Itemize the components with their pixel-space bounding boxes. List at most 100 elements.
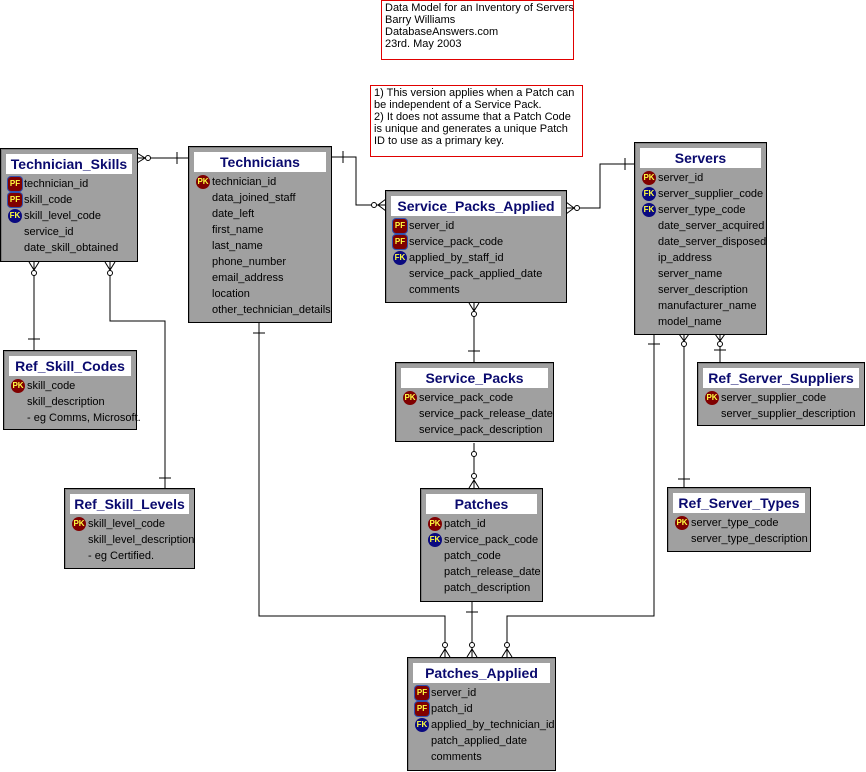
attribute-row: service_pack_release_date [396,406,553,422]
entity-service-packs-applied[interactable]: Service_Packs_Applied PF server_id PF servic… [385,190,567,303]
attribute-row: FK service_pack_code [421,532,542,548]
attribute-row: comments [386,282,566,298]
primary-key-icon: PK [642,171,656,185]
attribute-row: PK service_pack_code [396,390,553,406]
attribute-row: service_pack_description [396,422,553,438]
foreign-key-icon: FK [8,209,22,223]
attribute-name: other_technician_details [212,304,331,316]
primary-foreign-key-icon: PF [393,219,407,233]
attribute-row: ip_address [635,250,766,266]
attribute-row: - eg Comms, Microsoft. [4,410,141,426]
rel-servers-service-packs-applied [566,163,635,209]
attribute-row: phone_number [189,254,331,270]
attribute-row: comments [408,749,555,765]
attribute-row: patch_description [421,580,542,596]
attribute-name: phone_number [212,256,287,268]
attribute-row: date_skill_obtained [1,240,137,256]
entity-ref-server-suppliers[interactable]: Ref_Server_Suppliers PK server_supplier_co… [697,362,865,426]
attribute-name: service_pack_applied_date [409,268,543,280]
attribute-row: FK skill_level_code [1,208,137,224]
entity-title: Patches [426,494,537,514]
attribute-name: skill_level_code [88,518,166,530]
entity-title: Service_Packs_Applied [391,196,561,216]
attribute-row: FK server_type_code [635,202,766,218]
attribute-name: skill_code [27,380,76,392]
entity-ref-server-types[interactable]: Ref_Server_Types PK server_type_code server… [667,487,811,552]
attribute-name: comments [431,751,482,763]
attribute-row: PF technician_id [1,176,137,192]
attribute-row: date_left [189,206,331,222]
attribute-name: applied_by_staff_id [409,252,504,264]
primary-foreign-key-icon: PF [415,702,429,716]
remark-line: is unique and generates a unique Patch [374,123,568,135]
attribute-name: server_type_code [658,204,746,216]
attribute-row: PF patch_id [408,701,555,717]
attribute-name: patch_code [444,550,501,562]
primary-key-icon: PK [196,175,210,189]
entity-title: Ref_Skill_Codes [9,356,131,376]
remark-line: ID to use as a primary key. [374,135,505,147]
attribute-name: service_pack_code [409,236,504,248]
attribute-name: server_supplier_code [721,392,827,404]
remarks-note: 1) This version applies when a Patch can… [370,85,583,157]
attribute-name: server_id [431,687,477,699]
attribute-row: PK skill_code [4,378,136,394]
attribute-name: service_pack_code [419,392,514,404]
entity-patches-applied[interactable]: Patches_Applied PF server_id PF patch_id FK ap… [407,657,556,771]
attribute-name: server_type_description [691,533,808,545]
attribute-row: date_server_disposed [635,234,766,250]
foreign-key-icon: FK [428,533,442,547]
attribute-row: date_server_acquired [635,218,766,234]
primary-foreign-key-icon: PF [415,686,429,700]
entity-patches[interactable]: Patches PK patch_id FK service_pack_code patc… [420,488,543,602]
entity-ref-skill-levels[interactable]: Ref_Skill_Levels PK skill_level_code skill_… [64,488,195,569]
attribute-row: service_pack_applied_date [386,266,566,282]
attribute-row: PF skill_code [1,192,137,208]
foreign-key-icon: FK [642,187,656,201]
rel-technicians-service-packs-applied [331,156,386,206]
attribute-name: date_server_disposed [658,236,767,248]
attribute-row: server_supplier_description [698,406,864,422]
attribute-row: - eg Certified. [65,548,194,564]
primary-foreign-key-icon: PF [8,177,22,191]
attribute-row: PF server_id [386,218,566,234]
attribute-row: PK server_id [635,170,766,186]
attribute-row: PK skill_level_code [65,516,194,532]
foreign-key-icon: FK [393,251,407,265]
attribute-row: first_name [189,222,331,238]
entity-servers[interactable]: Servers PK server_id FK server_supplier_code… [634,142,767,335]
attribute-row: model_name [635,314,766,330]
attribute-name: email_address [212,272,284,284]
note-site: DatabaseAnswers.com [385,26,499,38]
attribute-name: server_supplier_description [721,408,856,420]
attribute-row: manufacturer_name [635,298,766,314]
attribute-name: - eg Comms, Microsoft. [27,412,141,424]
attribute-name: patch_id [444,518,486,530]
attribute-name: last_name [212,240,263,252]
attribute-name: patch_release_date [444,566,541,578]
attribute-name: date_skill_obtained [24,242,119,254]
attribute-name: server_id [409,220,455,232]
attribute-name: patch_applied_date [431,735,528,747]
attribute-row: location [189,286,331,302]
attribute-name: patch_description [444,582,531,594]
entity-title: Patches_Applied [413,663,550,683]
attribute-name: skill_code [24,194,73,206]
foreign-key-icon: FK [415,718,429,732]
attribute-name: ip_address [658,252,712,264]
entity-title: Ref_Skill_Levels [70,494,189,514]
primary-key-icon: PK [72,517,86,531]
attribute-name: technician_id [24,178,89,190]
attribute-row: email_address [189,270,331,286]
entity-technician-skills[interactable]: Technician_Skills PF technician_id PF skill_… [0,148,138,262]
note-date: 23rd. May 2003 [385,38,462,50]
entity-technicians[interactable]: Technicians PK technician_id data_joined_st… [188,146,332,323]
attribute-name: manufacturer_name [658,300,757,312]
primary-key-icon: PK [11,379,25,393]
attribute-name: server_id [658,172,704,184]
entity-service-packs[interactable]: Service_Packs PK service_pack_code service_… [395,362,554,442]
entity-ref-skill-codes[interactable]: Ref_Skill_Codes PK skill_code skill_descrip… [3,350,141,430]
attribute-row: other_technician_details [189,302,331,318]
entity-title: Technicians [194,152,326,172]
attribute-row: FK server_supplier_code [635,186,766,202]
